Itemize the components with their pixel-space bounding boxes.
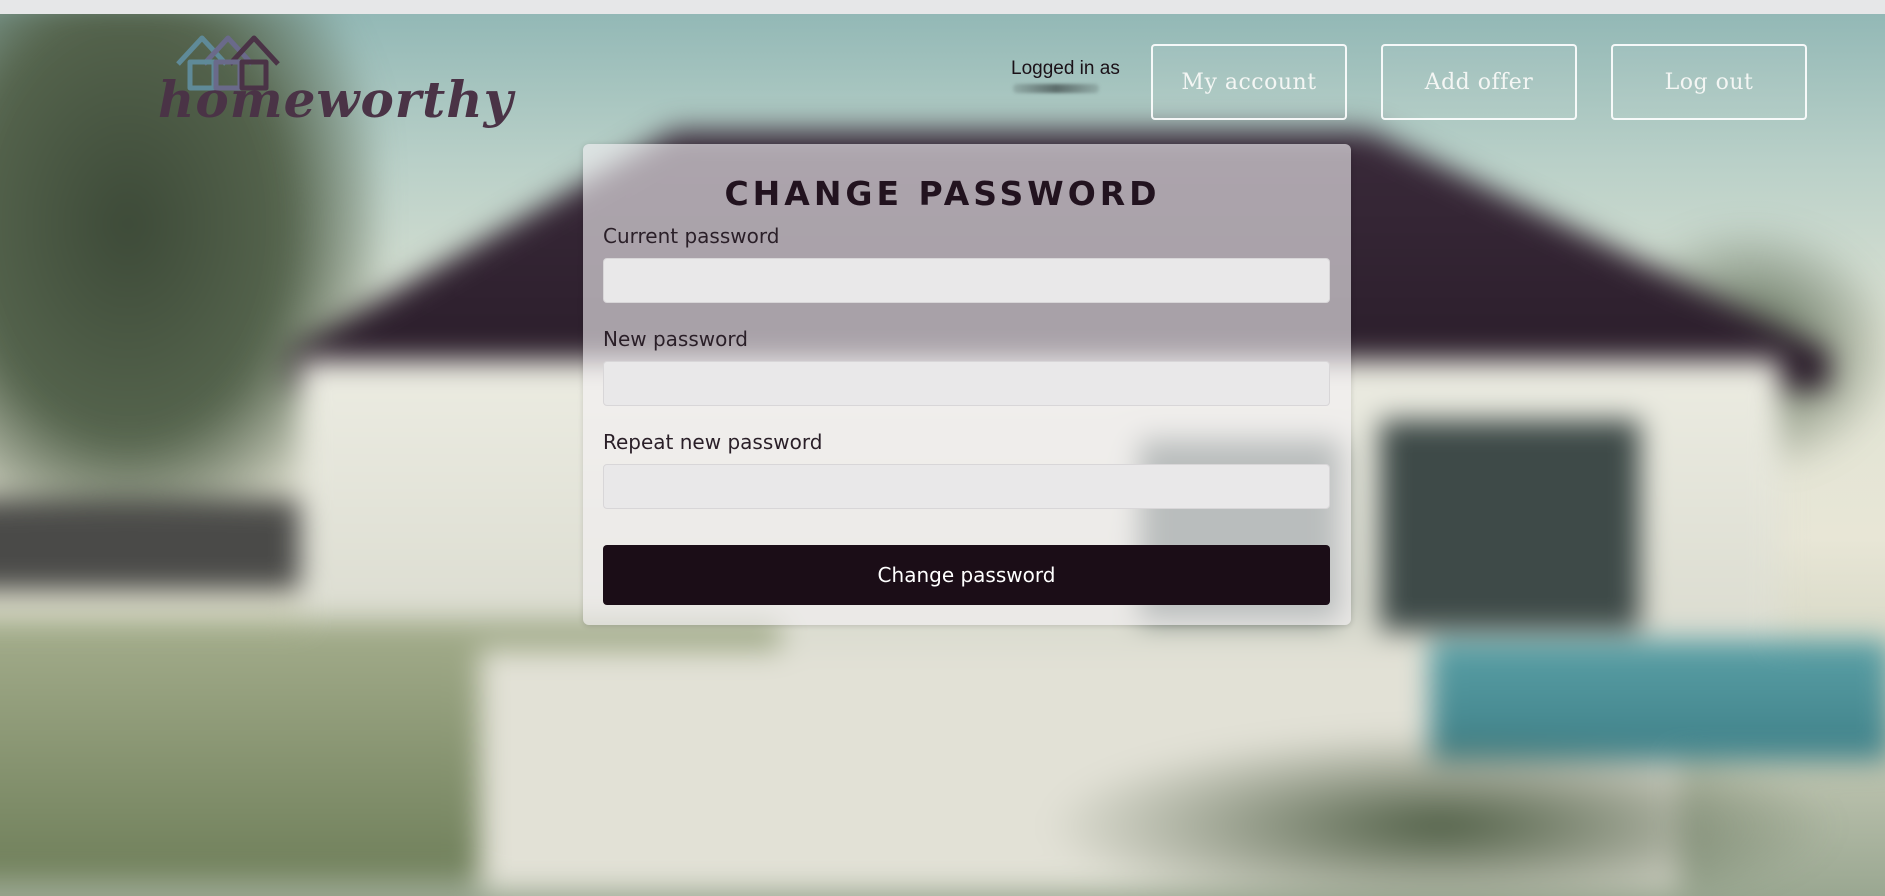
new-password-label: New password xyxy=(603,327,748,351)
log-out-button[interactable]: Log out xyxy=(1611,44,1807,120)
page-title: CHANGE PASSWORD xyxy=(724,174,1161,213)
add-offer-button[interactable]: Add offer xyxy=(1381,44,1577,120)
current-password-label: Current password xyxy=(603,224,780,248)
my-account-button[interactable]: My account xyxy=(1151,44,1347,120)
browser-top-strip xyxy=(0,0,1885,14)
logged-in-username-redacted xyxy=(1013,84,1099,93)
repeat-new-password-input[interactable] xyxy=(603,464,1330,509)
current-password-input[interactable] xyxy=(603,258,1330,303)
repeat-new-password-label: Repeat new password xyxy=(603,430,823,454)
brand-logo[interactable]: homeworthy xyxy=(158,30,513,130)
brand-name: homeworthy xyxy=(158,70,514,129)
logged-in-label: Logged in as xyxy=(1011,58,1120,79)
change-password-button[interactable]: Change password xyxy=(603,545,1330,605)
new-password-input[interactable] xyxy=(603,361,1330,406)
